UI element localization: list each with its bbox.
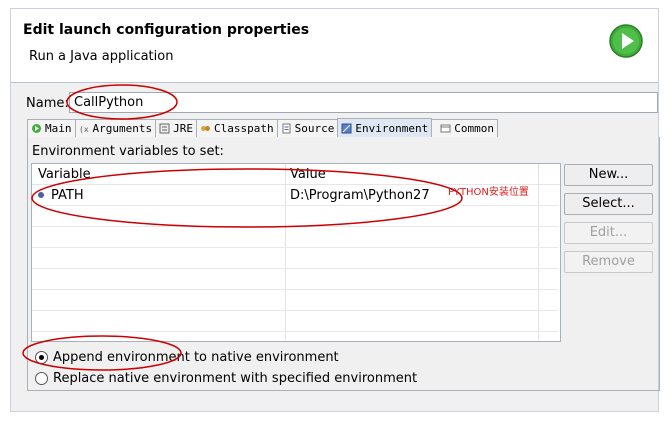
append-option[interactable]: Append environment to native environment bbox=[35, 350, 339, 365]
tab-jre[interactable]: JRE bbox=[155, 119, 197, 137]
replace-label: Replace native environment with specifie… bbox=[53, 371, 418, 386]
tab-label: Environment bbox=[355, 121, 429, 135]
tab-label: Arguments bbox=[92, 122, 153, 135]
common-icon bbox=[440, 124, 451, 133]
table-row-empty bbox=[32, 206, 558, 227]
tab-arguments[interactable]: (x) Arguments bbox=[74, 119, 157, 137]
main-icon bbox=[32, 124, 41, 133]
replace-option[interactable]: Replace native environment with specifie… bbox=[35, 371, 417, 386]
tab-main[interactable]: Main bbox=[27, 119, 76, 137]
dialog-subtitle: Run a Java application bbox=[29, 49, 174, 64]
append-label: Append environment to native environment bbox=[53, 350, 339, 365]
tab-environment[interactable]: Environment bbox=[337, 118, 433, 137]
tab-source[interactable]: Source bbox=[276, 119, 339, 137]
name-label: Name: bbox=[26, 96, 69, 111]
tab-bar: Main (x) Arguments JRE Classpath Source … bbox=[27, 118, 498, 137]
tab-label: Source bbox=[294, 122, 335, 135]
table-header: Variable Value bbox=[32, 164, 560, 185]
table-row-empty bbox=[32, 227, 558, 248]
replace-radio[interactable] bbox=[35, 372, 48, 385]
dialog-header: Edit launch configuration properties Run… bbox=[11, 9, 658, 83]
tab-label: Common bbox=[454, 122, 494, 135]
cell-variable: PATH bbox=[51, 188, 84, 203]
column-header-value[interactable]: Value bbox=[290, 167, 326, 182]
tab-label: Main bbox=[45, 122, 72, 135]
source-icon bbox=[282, 123, 291, 134]
tab-common[interactable]: Common bbox=[431, 119, 498, 137]
svg-text:(x): (x) bbox=[79, 125, 90, 134]
table-row-empty bbox=[32, 269, 558, 290]
environment-icon bbox=[341, 123, 352, 133]
env-variables-label: Environment variables to set: bbox=[32, 144, 224, 159]
name-input[interactable]: CallPython bbox=[69, 92, 658, 113]
annotation-python-location: PYTHON安装位置 bbox=[448, 187, 529, 198]
arguments-icon: (x) bbox=[79, 125, 90, 134]
column-header-variable[interactable]: Variable bbox=[38, 167, 91, 182]
table-row-empty bbox=[32, 290, 558, 311]
append-radio[interactable] bbox=[35, 351, 48, 364]
cell-value: D:\Program\Python27 bbox=[290, 188, 430, 203]
edit-button[interactable]: Edit... bbox=[564, 222, 653, 244]
table-row-empty bbox=[32, 248, 558, 269]
jre-icon bbox=[159, 123, 170, 134]
new-button[interactable]: New... bbox=[564, 164, 653, 186]
variable-bullet-icon bbox=[38, 192, 44, 198]
select-button[interactable]: Select... bbox=[564, 193, 653, 215]
run-icon bbox=[609, 24, 643, 58]
classpath-icon bbox=[200, 126, 210, 131]
dialog-title: Edit launch configuration properties bbox=[23, 22, 310, 38]
remove-button[interactable]: Remove bbox=[564, 251, 653, 273]
tab-label: JRE bbox=[173, 122, 193, 135]
table-row-empty bbox=[32, 311, 558, 332]
tab-classpath[interactable]: Classpath bbox=[195, 119, 278, 137]
tab-label: Classpath bbox=[213, 122, 274, 135]
